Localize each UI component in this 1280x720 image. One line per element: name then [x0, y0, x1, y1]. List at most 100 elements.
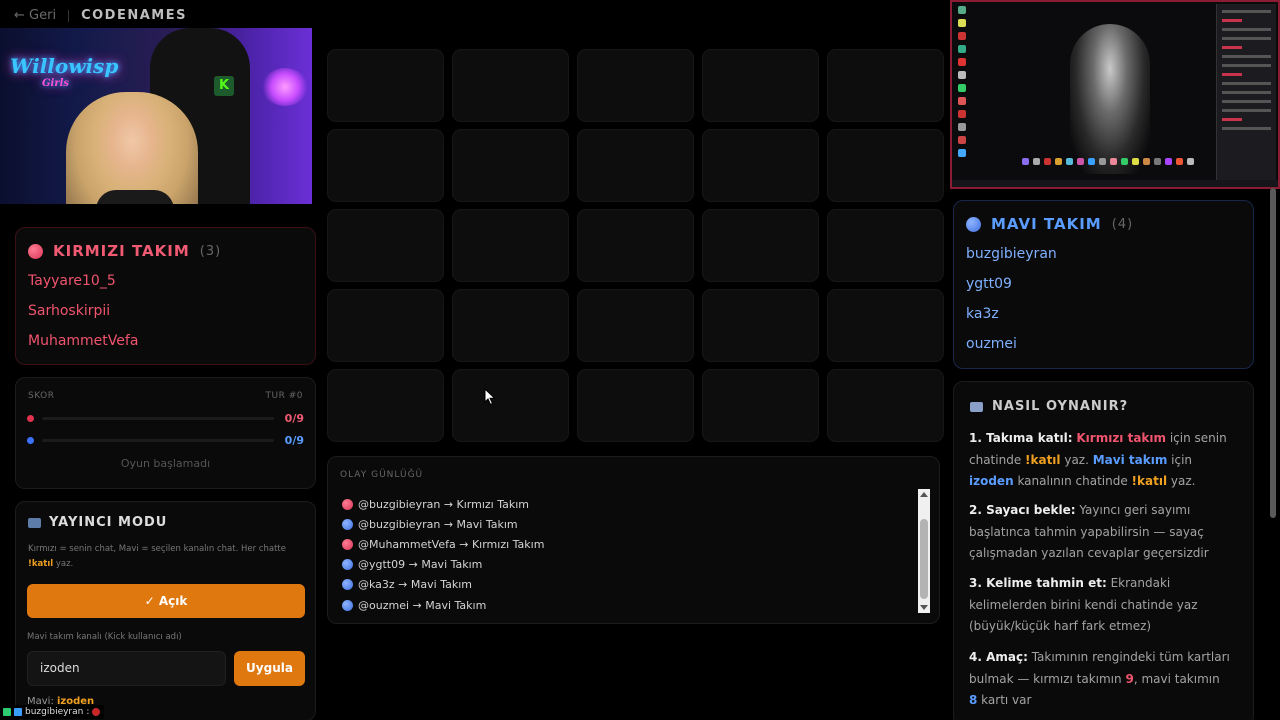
- step-heading: 3. Kelime tahmin et:: [969, 576, 1107, 590]
- step-join: 1. Takıma katıl: Kırmızı takım için seni…: [969, 428, 1231, 493]
- red-dot-icon: [27, 414, 34, 422]
- chat-badge-icon: [14, 708, 22, 716]
- word-card[interactable]: [327, 289, 444, 362]
- streamer-mode-header: YAYINCI MODU: [16, 502, 315, 530]
- word-card[interactable]: [827, 49, 944, 122]
- game-state: Oyun başlamadı: [120, 457, 211, 470]
- red-team-dot-icon: [342, 538, 353, 550]
- word-card[interactable]: [577, 129, 694, 202]
- word-card[interactable]: [577, 369, 694, 442]
- scroll-up-icon[interactable]: [920, 492, 928, 497]
- kick-logo-icon: K: [214, 76, 234, 96]
- step-text: , mavi takımın: [1133, 671, 1220, 686]
- word-card[interactable]: [702, 369, 819, 442]
- word-card[interactable]: [452, 129, 569, 202]
- step-heading: 4. Amaç:: [969, 650, 1028, 664]
- apply-button[interactable]: Uygula: [234, 651, 305, 686]
- blue-score-row: 0/9: [16, 429, 315, 451]
- red-team-header: KIRMIZI TAKIM (3): [16, 228, 315, 266]
- devil-emote-icon: [92, 708, 101, 716]
- log-entry-text: @MuhammetVefa → Kırmızı Takım: [358, 537, 545, 551]
- step-text: için: [1167, 452, 1193, 467]
- desktop-dock: [1022, 158, 1194, 165]
- scroll-thumb[interactable]: [920, 519, 928, 599]
- lamp-glow: [262, 68, 308, 106]
- red-team-member: Tayyare10_5: [28, 273, 116, 289]
- page-scroll-thumb[interactable]: [1270, 188, 1276, 518]
- step-goal: 4. Amaç: Takımının rengindeki tüm kartla…: [969, 647, 1231, 712]
- blue-team-member: buzgibieyran: [966, 246, 1057, 262]
- word-card[interactable]: [827, 289, 944, 362]
- blue-team-member: ka3z: [966, 306, 999, 322]
- chat-username: buzgibieyran: [25, 707, 84, 717]
- step-guess: 3. Kelime tahmin et: Ekrandaki kelimeler…: [969, 573, 1231, 638]
- blue-team-count: (4): [1111, 216, 1134, 232]
- page-scrollbar[interactable]: [1268, 188, 1278, 720]
- chat-overlay: buzgibieyran :: [3, 705, 105, 719]
- event-log-scrollbar[interactable]: [918, 489, 930, 613]
- score-header: SKOR TUR #0: [16, 378, 315, 401]
- log-entry: @ka3z → Mavi Takım: [342, 575, 544, 595]
- word-card[interactable]: [827, 209, 944, 282]
- channel-field-label: Mavi takım kanalı (Kick kullanıcı adı): [27, 632, 182, 642]
- word-card[interactable]: [327, 49, 444, 122]
- webcam-feed: Willowisp Girls K: [0, 28, 312, 204]
- word-card[interactable]: [702, 129, 819, 202]
- how-to-play-panel: NASIL OYNANIR? 1. Takıma katıl: Kırmızı …: [953, 381, 1254, 720]
- desktop-screen-capture: [950, 0, 1280, 189]
- blue-team-title: MAVI TAKIM: [991, 215, 1102, 233]
- word-card[interactable]: [327, 209, 444, 282]
- word-card[interactable]: [452, 49, 569, 122]
- taskbar: [952, 180, 1278, 187]
- desktop-icons: [958, 6, 968, 162]
- word-card[interactable]: [577, 209, 694, 282]
- app-title: CODENAMES: [81, 8, 187, 23]
- neon-sign-text: Willowisp: [10, 54, 119, 78]
- blue-channel-input[interactable]: izoden: [27, 651, 226, 686]
- word-card[interactable]: [577, 289, 694, 362]
- blue-score-value: 0/9: [284, 433, 304, 447]
- red-team-panel: KIRMIZI TAKIM (3) Tayyare10_5 Sarhoskirp…: [15, 227, 316, 365]
- blue-team-dot-icon: [342, 518, 353, 530]
- book-icon: [970, 401, 983, 412]
- word-card[interactable]: [702, 289, 819, 362]
- blue-team-dot-icon: [342, 559, 353, 571]
- word-card[interactable]: [702, 49, 819, 122]
- log-entry: @buzgibieyran → Mavi Takım: [342, 514, 544, 534]
- back-link[interactable]: ← Geri: [14, 8, 56, 23]
- blue-team-ref: Mavi takım: [1092, 452, 1168, 467]
- log-entry: @buzgibieyran → Kırmızı Takım: [342, 494, 544, 514]
- scroll-down-icon[interactable]: [920, 605, 928, 610]
- word-card[interactable]: [327, 129, 444, 202]
- chat-badge-icon: [3, 708, 11, 716]
- streamer-mode-title: YAYINCI MODU: [49, 515, 168, 530]
- streamer-mode-toggle-button[interactable]: ✓ Açık: [27, 584, 305, 618]
- streamer-mode-panel: YAYINCI MODU Kırmızı = senin chat, Mavi …: [15, 501, 316, 720]
- word-card[interactable]: [327, 369, 444, 442]
- blue-team-member: ygtt09: [966, 276, 1012, 292]
- red-team-dot-icon: [342, 498, 353, 510]
- streamer-shirt: [96, 190, 174, 204]
- red-team-member: Sarhoskirpii: [28, 303, 111, 319]
- blue-progress-bar: [42, 438, 274, 442]
- blue-team-icon: [966, 216, 981, 232]
- red-team-icon: [28, 243, 43, 259]
- neon-sign-subtext: Girls: [42, 78, 70, 89]
- red-score-row: 0/9: [16, 407, 315, 429]
- word-card[interactable]: [452, 209, 569, 282]
- red-score-value: 0/9: [284, 411, 304, 425]
- event-log-list: @buzgibieyran → Kırmızı Takım @buzgibieyr…: [342, 494, 544, 615]
- word-card[interactable]: [452, 289, 569, 362]
- neon-sign: Willowisp Girls: [10, 54, 118, 89]
- word-card[interactable]: [827, 129, 944, 202]
- word-card[interactable]: [827, 369, 944, 442]
- step-heading: 1. Takıma katıl:: [969, 431, 1073, 445]
- streamer-mode-description: Kırmızı = senin chat, Mavi = seçilen kan…: [16, 530, 315, 572]
- word-card[interactable]: [577, 49, 694, 122]
- red-team-title: KIRMIZI TAKIM: [53, 242, 190, 260]
- step-heading: 2. Sayacı bekle:: [969, 503, 1076, 517]
- word-card[interactable]: [452, 369, 569, 442]
- divider: [68, 9, 70, 22]
- tv-icon: [28, 517, 41, 528]
- word-card[interactable]: [702, 209, 819, 282]
